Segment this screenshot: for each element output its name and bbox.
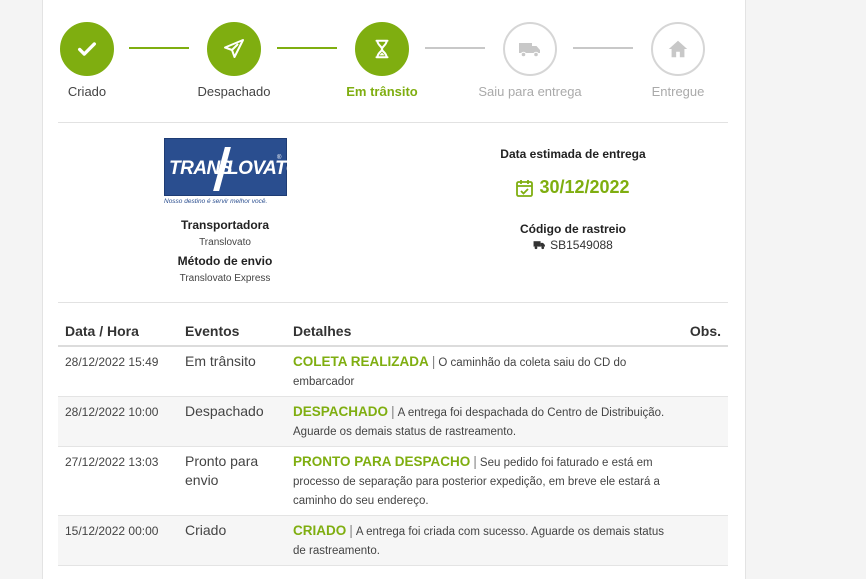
tracking-block: Código de rastreio SB1549088 xyxy=(443,220,703,252)
row-status: DESPACHADO xyxy=(293,404,389,419)
row-details: DESPACHADO | A entrega foi despachada do C… xyxy=(286,396,678,447)
row-status: PRONTO PARA DESPACHO xyxy=(293,454,471,469)
header-details: Detalhes xyxy=(286,318,678,347)
carrier-name: Translovato xyxy=(199,237,251,248)
table-header-row: Data / Hora Eventos Detalhes Obs. xyxy=(58,318,728,347)
shipping-method-title: Método de envio xyxy=(177,254,273,268)
tracking-events-table: Data / Hora Eventos Detalhes Obs. 28/12/… xyxy=(58,318,728,566)
step-circle xyxy=(60,22,114,76)
home-icon xyxy=(668,40,688,58)
step-label: Saiu para entrega xyxy=(478,84,582,99)
carrier-title: Transportadora xyxy=(180,218,270,232)
row-details: PRONTO PARA DESPACHO | Seu pedido foi fatu… xyxy=(286,446,678,516)
tracking-row: SB1549088 xyxy=(443,238,703,252)
section-divider xyxy=(58,302,728,303)
estimate-date-row: 30/12/2022 xyxy=(443,177,703,198)
carrier-logo: TRANS LOVATO ® Nosso destino é servir me… xyxy=(164,138,301,210)
step-label: Criado xyxy=(67,84,107,99)
row-event: Criado xyxy=(178,515,286,566)
row-obs xyxy=(678,515,728,566)
paper-plane-icon xyxy=(224,39,244,58)
row-obs xyxy=(678,396,728,447)
tracking-code[interactable]: SB1549088 xyxy=(550,238,613,252)
estimate-date: 30/12/2022 xyxy=(539,177,630,197)
step-circle xyxy=(207,22,261,76)
table-row: 28/12/2022 15:49 Em trânsito COLETA REAL… xyxy=(58,346,728,397)
shipping-method: Translovato Express xyxy=(179,273,271,284)
step-circle xyxy=(651,22,705,76)
separator: | xyxy=(473,453,477,469)
tracking-label: Código de rastreio xyxy=(519,222,626,236)
logo-text-right: LOVATO xyxy=(227,158,301,179)
step-circle xyxy=(503,22,557,76)
step-entregue: Entregue xyxy=(603,22,753,99)
carrier-info: Transportadora Translovato Método de env… xyxy=(135,216,315,288)
row-event: Em trânsito xyxy=(178,346,286,397)
order-tracking-card: Criado Despachado Em trânsito Saiu para … xyxy=(42,0,746,579)
step-em-transito: Em trânsito xyxy=(307,22,457,99)
row-details: COLETA REALIZADA | O caminhão da coleta sa… xyxy=(286,346,678,397)
step-criado: Criado xyxy=(12,22,162,99)
hourglass-icon xyxy=(375,39,389,59)
table-row: 27/12/2022 13:03 Pronto para envio PRONT… xyxy=(58,446,728,516)
separator: | xyxy=(431,353,436,369)
row-date: 28/12/2022 15:49 xyxy=(58,346,178,397)
progress-stepper: Criado Despachado Em trânsito Saiu para … xyxy=(43,0,747,120)
truck-icon xyxy=(519,43,540,58)
table-row: 15/12/2022 00:00 Criado CRIADO | A entrega… xyxy=(58,515,728,566)
row-status: CRIADO xyxy=(293,523,347,538)
trademark-icon: ® xyxy=(277,155,282,161)
row-date: 27/12/2022 13:03 xyxy=(58,446,178,516)
row-status: COLETA REALIZADA xyxy=(293,354,429,369)
check-icon xyxy=(78,42,96,56)
separator: | xyxy=(391,403,395,419)
table-row: 28/12/2022 10:00 Despachado DESPACHADO | A… xyxy=(58,396,728,447)
row-date: 15/12/2022 00:00 xyxy=(58,515,178,566)
step-label: Entregue xyxy=(651,84,705,99)
step-saiu-para-entrega: Saiu para entrega xyxy=(455,22,605,99)
row-details: CRIADO | A entrega foi criada com sucesso.… xyxy=(286,515,678,566)
header-date: Data / Hora xyxy=(58,318,178,347)
estimate-label: Data estimada de entrega xyxy=(500,147,646,161)
logo-tagline: Nosso destino é servir melhor você. xyxy=(164,198,268,205)
truck-icon xyxy=(533,241,546,250)
header-event: Eventos xyxy=(178,318,286,347)
separator: | xyxy=(349,522,353,538)
step-label: Despachado xyxy=(197,84,271,99)
calendar-check-icon xyxy=(516,179,534,197)
step-label: Em trânsito xyxy=(346,84,418,99)
logo-box: TRANS LOVATO ® xyxy=(164,138,301,196)
row-event: Despachado xyxy=(178,396,286,447)
row-date: 28/12/2022 10:00 xyxy=(58,396,178,447)
header-obs: Obs. xyxy=(678,318,728,347)
step-despachado: Despachado xyxy=(159,22,309,99)
delivery-info: Data estimada de entrega 30/12/2022 Códi… xyxy=(443,145,703,252)
row-obs xyxy=(678,446,728,516)
section-divider xyxy=(58,122,728,123)
step-circle xyxy=(355,22,409,76)
row-obs xyxy=(678,346,728,397)
row-event: Pronto para envio xyxy=(178,446,286,516)
